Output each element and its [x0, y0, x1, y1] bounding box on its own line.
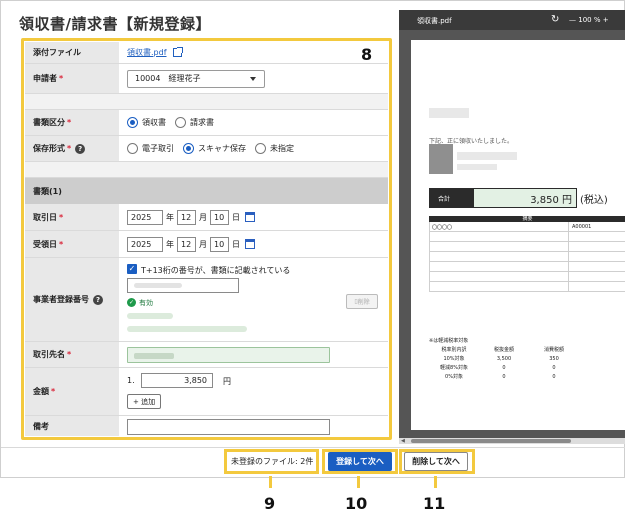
callout-line: [269, 476, 272, 488]
callout-10: 10: [345, 494, 368, 513]
amount-index: 1.: [127, 376, 135, 385]
status-valid: 有効: [139, 299, 153, 307]
add-amount-button[interactable]: + 追加: [127, 394, 162, 409]
help-icon[interactable]: ?: [75, 143, 86, 154]
spacer: [25, 162, 388, 178]
table-cell: A00001: [572, 224, 592, 230]
scroll-left-icon[interactable]: ◀: [401, 438, 405, 444]
app-window: 領収書/請求書【新規登録】 添付ファイル 領収書.pdf 申請者 * 10004 …: [0, 0, 625, 478]
checkbox-label: T+13桁の番号が、書類に記載されている: [141, 266, 291, 275]
received-day-input[interactable]: 10: [210, 236, 229, 252]
row-storage: 保存形式 *? 電子取引 スキャナ保存 未指定: [25, 136, 388, 162]
label-memo: 備考: [25, 416, 119, 436]
radio-unspecified[interactable]: 未指定: [255, 143, 294, 154]
row-memo: 備考: [25, 416, 388, 436]
radio-invoice[interactable]: 請求書: [175, 117, 214, 128]
checkbox-checked[interactable]: ✓: [127, 264, 137, 274]
callout-line: [434, 476, 437, 488]
clear-button[interactable]: ▯ 削除: [346, 294, 378, 309]
page-title: 領収書/請求書【新規登録】: [19, 15, 211, 33]
table-cell: 〇〇〇〇: [432, 225, 453, 231]
transaction-month-input[interactable]: 12: [177, 209, 196, 225]
blurred-info: [127, 326, 247, 332]
row-vendor: 取引先名 *: [25, 342, 388, 368]
callout-8: 8: [361, 45, 373, 64]
scrollbar-thumb[interactable]: [411, 439, 571, 443]
amount-unit: 円: [223, 377, 231, 386]
radio-scanner[interactable]: スキャナ保存: [183, 143, 246, 154]
label-received-date: 受領日 *: [25, 231, 119, 257]
row-doc-type: 書類区分 * 領収書 請求書: [25, 110, 388, 136]
pdf-page: 下記、正に領収いたしました。 合計 3,850 円 (税込) 摘要 〇〇〇〇 A0…: [411, 40, 625, 430]
radio-electronic[interactable]: 電子取引: [127, 143, 174, 154]
total-value: 3,850 円: [473, 188, 577, 208]
help-icon[interactable]: ?: [93, 294, 103, 305]
blurred-info: [127, 313, 173, 319]
preview-file-name: 領収書.pdf: [417, 17, 452, 25]
applicant-select[interactable]: 10004 経理花子: [127, 69, 265, 88]
receipt-table: 摘要 〇〇〇〇 A00001: [429, 216, 625, 292]
attachment-link[interactable]: 領収書.pdf: [127, 47, 167, 58]
label-vendor: 取引先名 *: [25, 342, 119, 367]
total-tax: (税込): [580, 194, 608, 206]
calendar-icon[interactable]: [245, 212, 255, 222]
unregistered-files-count: 未登録のファイル: 2件: [231, 457, 314, 466]
label-applicant: 申請者 *: [25, 64, 119, 93]
transaction-day-input[interactable]: 10: [210, 209, 229, 225]
received-year-input[interactable]: 2025: [127, 236, 163, 252]
callout-line: [357, 476, 360, 488]
callout-9: 9: [264, 494, 276, 513]
total-label: 合計: [429, 188, 473, 208]
tax-heading: ※は軽減税率対象: [429, 338, 469, 344]
received-month-input[interactable]: 12: [177, 236, 196, 252]
external-link-icon[interactable]: [172, 47, 183, 57]
row-received-date: 受領日 * 2025 年 12 月 10 日: [25, 231, 388, 258]
radio-receipt[interactable]: 領収書: [127, 117, 166, 128]
register-next-button[interactable]: 登録して次へ: [328, 452, 392, 471]
memo-input[interactable]: [127, 418, 330, 435]
label-transaction-date: 取引日 *: [25, 204, 119, 230]
horizontal-scrollbar[interactable]: ◀: [399, 438, 625, 444]
vendor-input[interactable]: [127, 346, 330, 363]
zoom-control[interactable]: — 100 % +: [569, 16, 609, 24]
label-amount: 金額 *: [25, 368, 119, 415]
section-title: 書類(1): [25, 178, 388, 204]
rotate-icon[interactable]: ↻: [551, 14, 559, 25]
row-transaction-date: 取引日 * 2025 年 12 月 10 日: [25, 204, 388, 231]
registration-number-input[interactable]: [127, 278, 239, 293]
row-registration: 事業者登録番号? ✓ T+13桁の番号が、書類に記載されている ✓ 有効 ▯ 削除: [25, 258, 388, 342]
row-amount: 金額 * 1. 3,850 円 + 追加: [25, 368, 388, 416]
amount-input[interactable]: 3,850: [141, 373, 213, 388]
footer-divider: [1, 447, 625, 448]
tax-breakdown: ※は軽減税率対象 税率別内訳 税抜金額 消費税額 10%対象 3,500 350 軽減8…: [429, 337, 579, 381]
transaction-year-input[interactable]: 2025: [127, 209, 163, 225]
label-doc-type: 書類区分 *: [25, 110, 119, 135]
label-storage: 保存形式 *?: [25, 136, 119, 161]
row-applicant: 申請者 * 10004 経理花子: [25, 64, 388, 94]
delete-next-button[interactable]: 削除して次へ: [404, 452, 468, 471]
check-circle-icon: ✓: [127, 298, 136, 307]
label-attachment: 添付ファイル: [25, 42, 119, 63]
receipt-total: 合計 3,850 円 (税込): [429, 188, 625, 208]
pdf-preview: 領収書.pdf ↻ — 100 % + 下記、正に領収いたしました。 合計 3,…: [399, 10, 625, 444]
callout-11: 11: [423, 494, 446, 513]
chevron-down-icon: [250, 76, 256, 81]
label-registration: 事業者登録番号?: [25, 258, 119, 341]
spacer: [25, 94, 388, 110]
row-attachment: 添付ファイル 領収書.pdf: [25, 42, 388, 64]
calendar-icon[interactable]: [245, 239, 255, 249]
registration-form: 添付ファイル 領収書.pdf 申請者 * 10004 経理花子 書類区分 * 領収書…: [25, 42, 388, 436]
